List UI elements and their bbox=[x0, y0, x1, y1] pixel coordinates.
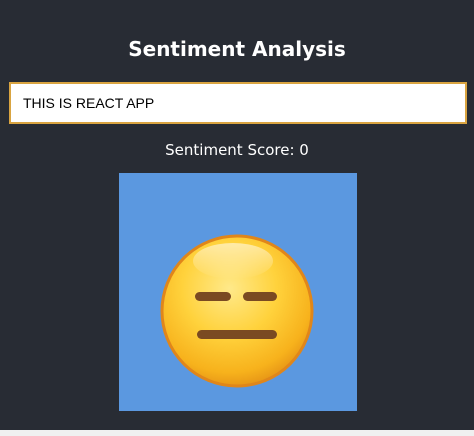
app-container: Sentiment Analysis Sentiment Score: 0 bbox=[0, 0, 474, 430]
sentiment-score-label: Sentiment Score: 0 bbox=[165, 141, 309, 159]
sentiment-emoji-image bbox=[119, 173, 357, 411]
expressionless-face-icon bbox=[160, 234, 314, 388]
page-title: Sentiment Analysis bbox=[128, 37, 346, 61]
bottom-strip bbox=[0, 430, 474, 436]
text-input[interactable] bbox=[9, 82, 467, 124]
